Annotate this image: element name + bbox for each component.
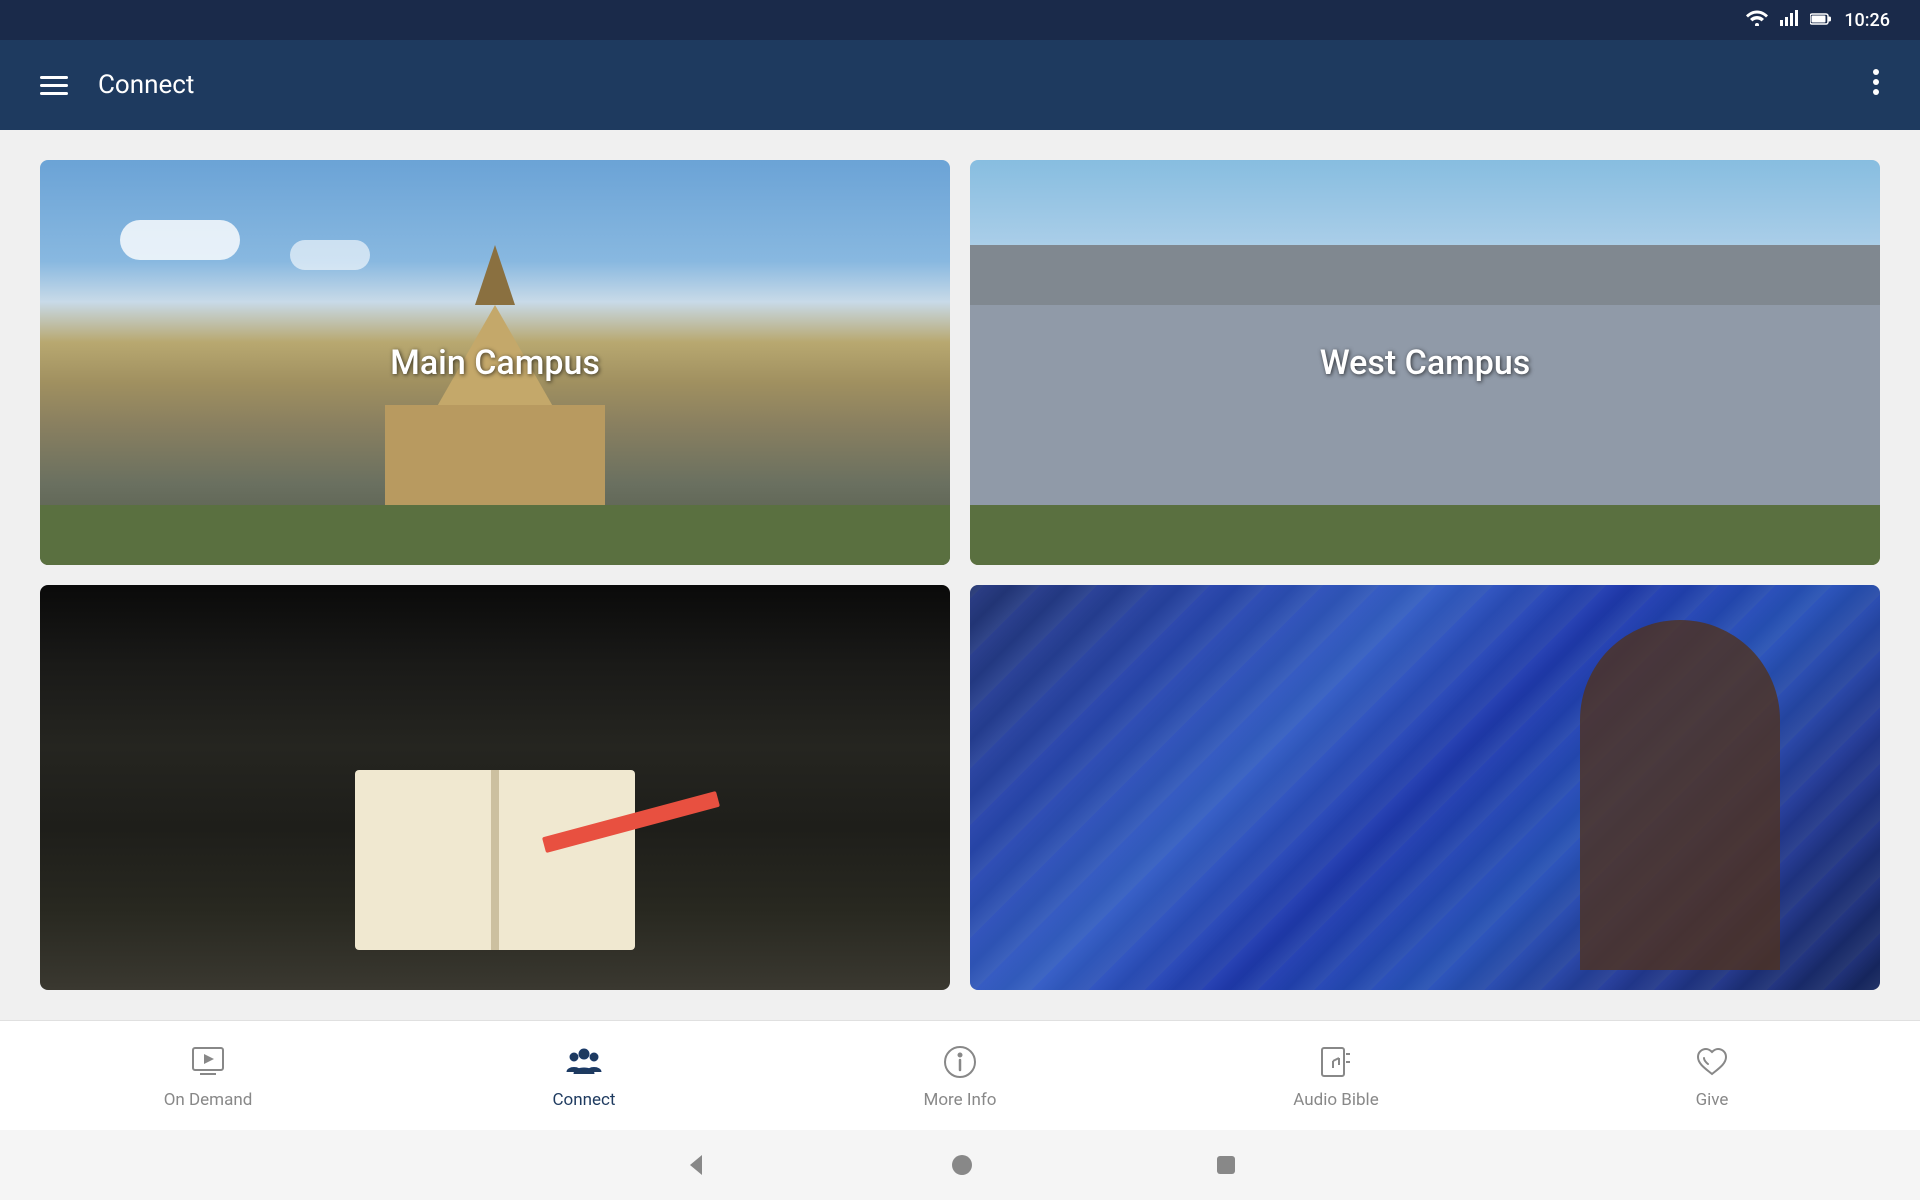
connect-icon (564, 1042, 604, 1082)
audio-bible-label: Audio Bible (1293, 1090, 1378, 1110)
recent-button[interactable] (1214, 1153, 1238, 1177)
app-bar: Connect (0, 40, 1920, 130)
wifi-icon (1746, 10, 1768, 30)
bottom-nav: On Demand Connect More Info (0, 1020, 1920, 1130)
main-campus-label: Main Campus (40, 160, 950, 565)
status-bar: 10:26 (0, 0, 1920, 40)
more-options-button[interactable] (1862, 56, 1890, 115)
nav-give[interactable]: Give (1524, 1032, 1900, 1120)
main-content: Main Campus West Campus (0, 130, 1920, 1020)
study-label (40, 585, 950, 990)
nav-on-demand[interactable]: On Demand (20, 1032, 396, 1120)
on-demand-label: On Demand (164, 1090, 253, 1110)
worship-card[interactable] (970, 585, 1880, 990)
give-label: Give (1696, 1090, 1729, 1110)
give-icon (1692, 1042, 1732, 1082)
west-campus-label: West Campus (970, 160, 1880, 565)
time: 10:26 (1844, 10, 1890, 31)
app-title: Connect (98, 70, 1862, 100)
main-campus-card[interactable]: Main Campus (40, 160, 950, 565)
west-campus-card[interactable]: West Campus (970, 160, 1880, 565)
battery-icon (1810, 11, 1832, 30)
nav-connect[interactable]: Connect (396, 1032, 772, 1120)
nav-more-info[interactable]: More Info (772, 1032, 1148, 1120)
more-info-label: More Info (924, 1090, 997, 1110)
menu-button[interactable] (30, 66, 78, 105)
back-button[interactable] (682, 1151, 710, 1179)
more-info-icon (940, 1042, 980, 1082)
system-nav (0, 1130, 1920, 1200)
study-card[interactable] (40, 585, 950, 990)
audio-bible-icon (1316, 1042, 1356, 1082)
on-demand-icon (188, 1042, 228, 1082)
nav-audio-bible[interactable]: Audio Bible (1148, 1032, 1524, 1120)
worship-label (970, 585, 1880, 990)
home-button[interactable] (950, 1153, 974, 1177)
connect-label: Connect (552, 1090, 615, 1110)
signal-icon (1780, 10, 1798, 30)
